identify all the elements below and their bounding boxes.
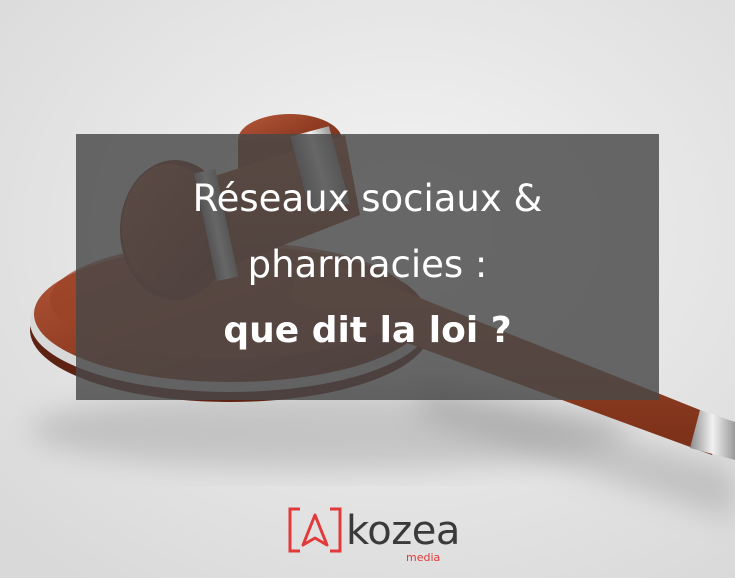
logo-wordmark: kozea — [346, 508, 460, 554]
headline-line-1: Réseaux sociaux & — [192, 177, 543, 220]
headline: Réseaux sociaux & pharmacies : que dit l… — [76, 166, 659, 364]
headline-line-3: que dit la loi ? — [223, 310, 512, 351]
logo-subtitle: media — [406, 551, 441, 564]
logo-mark-icon — [288, 507, 342, 553]
kozea-media-logo: kozea media — [288, 505, 460, 565]
headline-line-2: pharmacies : — [247, 243, 488, 286]
